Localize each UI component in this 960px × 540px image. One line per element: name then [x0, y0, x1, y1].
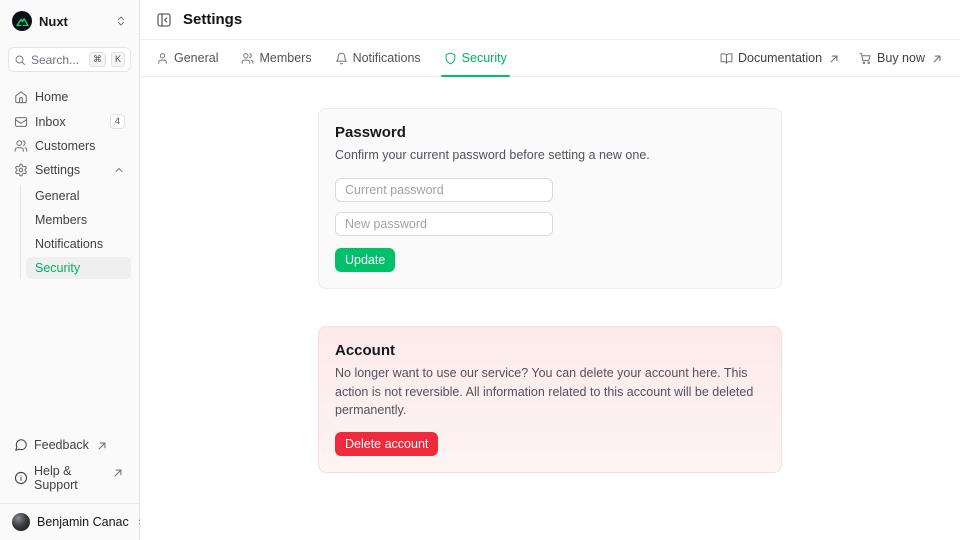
- tabbar-actions: Documentation Buy now: [720, 50, 944, 66]
- documentation-link[interactable]: Documentation: [720, 50, 841, 66]
- sidebar-item-home[interactable]: Home: [8, 87, 131, 107]
- tab-label: General: [174, 51, 218, 65]
- sidebar-collapse-button[interactable]: [156, 12, 172, 28]
- kbd-cmd: ⌘: [89, 52, 106, 67]
- subnav-item-notifications[interactable]: Notifications: [26, 233, 131, 255]
- footer-item-label: Help & Support: [34, 464, 105, 492]
- action-label: Documentation: [738, 51, 822, 65]
- tab-label: Security: [462, 51, 507, 65]
- search-icon: [14, 54, 26, 66]
- sidebar-item-label: Customers: [35, 139, 125, 153]
- card-description: Confirm your current password before set…: [335, 146, 765, 165]
- home-icon: [14, 90, 28, 104]
- external-link-icon: [930, 52, 944, 66]
- card-title: Account: [335, 342, 765, 359]
- app-root: Nuxt Search... ⌘ K Home Inbox 4 Customer…: [0, 0, 960, 540]
- inbox-count-badge: 4: [110, 114, 125, 129]
- search-input[interactable]: Search... ⌘ K: [8, 47, 131, 72]
- main-panel: Settings General Members Notifications: [140, 0, 960, 540]
- chevron-up-icon: [113, 164, 125, 176]
- cart-icon: [859, 52, 872, 65]
- workspace-name: Nuxt: [39, 14, 108, 29]
- avatar: [12, 513, 30, 531]
- settings-column: Password Confirm your current password b…: [318, 108, 782, 473]
- book-open-icon: [720, 52, 733, 65]
- external-link-icon: [827, 52, 841, 66]
- external-link-icon: [111, 466, 125, 480]
- action-label: Buy now: [877, 51, 925, 65]
- sidebar-item-customers[interactable]: Customers: [8, 136, 131, 156]
- buy-now-button[interactable]: Buy now: [859, 50, 944, 66]
- bell-icon: [335, 52, 348, 65]
- user-menu[interactable]: Benjamin Canac: [0, 503, 139, 540]
- tab-notifications[interactable]: Notifications: [335, 40, 421, 76]
- page-title: Settings: [183, 11, 242, 28]
- kbd-k: K: [111, 52, 125, 67]
- panel-collapse-icon: [156, 12, 172, 28]
- shield-icon: [444, 52, 457, 65]
- sidebar-item-label: Inbox: [35, 115, 103, 129]
- sidebar: Nuxt Search... ⌘ K Home Inbox 4 Customer…: [0, 0, 140, 540]
- feedback-link[interactable]: Feedback: [10, 434, 129, 456]
- help-support-link[interactable]: Help & Support: [10, 461, 129, 495]
- password-form: Update: [335, 178, 765, 272]
- inbox-icon: [14, 115, 28, 129]
- sidebar-footer: Feedback Help & Support: [8, 434, 131, 503]
- sidebar-item-label: Settings: [35, 163, 106, 177]
- footer-item-label: Feedback: [34, 438, 89, 452]
- user-name: Benjamin Canac: [37, 515, 129, 529]
- settings-subnav: General Members Notifications Security: [20, 185, 131, 279]
- update-button[interactable]: Update: [335, 248, 395, 272]
- tab-label: Members: [259, 51, 311, 65]
- sidebar-spacer: [8, 279, 131, 434]
- subnav-item-general[interactable]: General: [26, 185, 131, 207]
- nuxt-logo: [12, 11, 32, 31]
- page-header: Settings: [140, 0, 960, 40]
- current-password-field[interactable]: [335, 178, 553, 202]
- tab-security[interactable]: Security: [444, 40, 507, 76]
- tab-bar: General Members Notifications Security: [140, 40, 960, 77]
- sidebar-item-settings[interactable]: Settings: [8, 160, 131, 180]
- password-card: Password Confirm your current password b…: [318, 108, 782, 289]
- new-password-field[interactable]: [335, 212, 553, 236]
- subnav-item-security[interactable]: Security: [26, 257, 131, 279]
- card-title: Password: [335, 124, 765, 141]
- gear-icon: [14, 163, 28, 177]
- sidebar-item-label: Home: [35, 90, 125, 104]
- external-link-icon: [95, 439, 109, 453]
- sidebar-nav: Home Inbox 4 Customers Settings General …: [8, 87, 131, 279]
- account-card: Account No longer want to use our servic…: [318, 326, 782, 473]
- tab-members[interactable]: Members: [241, 40, 311, 76]
- user-icon: [156, 52, 169, 65]
- delete-account-button[interactable]: Delete account: [335, 432, 438, 456]
- subnav-item-members[interactable]: Members: [26, 209, 131, 231]
- tabs: General Members Notifications Security: [156, 40, 507, 76]
- users-icon: [241, 52, 254, 65]
- tab-label: Notifications: [353, 51, 421, 65]
- info-circle-icon: [14, 471, 28, 485]
- sidebar-item-inbox[interactable]: Inbox 4: [8, 111, 131, 132]
- card-description: No longer want to use our service? You c…: [335, 364, 765, 420]
- customers-icon: [14, 139, 28, 153]
- workspace-selector[interactable]: Nuxt: [8, 10, 131, 32]
- tab-general[interactable]: General: [156, 40, 218, 76]
- chat-bubble-icon: [14, 438, 28, 452]
- chevrons-up-down-icon: [115, 15, 127, 27]
- search-placeholder: Search...: [31, 53, 84, 67]
- content-area: Password Confirm your current password b…: [140, 77, 960, 540]
